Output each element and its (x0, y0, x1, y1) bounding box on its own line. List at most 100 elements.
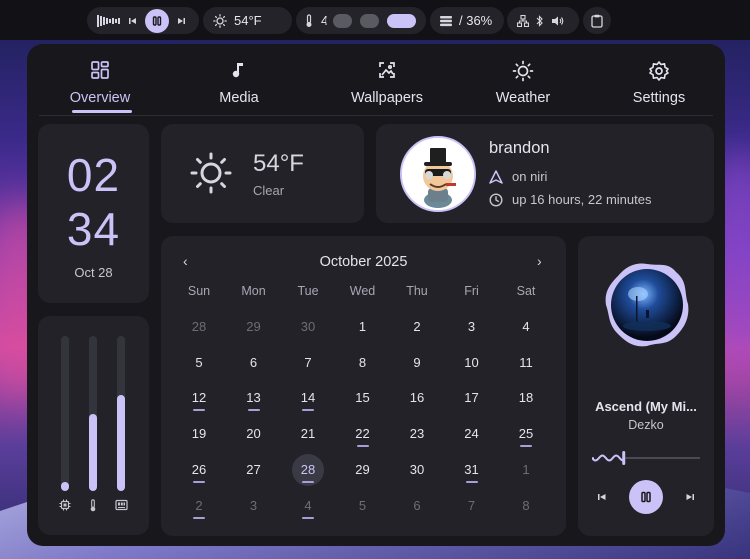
next-icon[interactable] (176, 16, 186, 26)
calendar-day[interactable]: 29 (227, 319, 281, 334)
calendar-day[interactable]: 3 (227, 498, 281, 513)
calendar-day[interactable]: 28 (172, 319, 226, 334)
calendar-day-number: 25 (518, 426, 534, 442)
topbar-memory[interactable]: / 36% (430, 7, 504, 34)
calendar-day[interactable]: 15 (336, 390, 390, 405)
calendar-day[interactable]: 16 (390, 390, 444, 405)
clipboard-button[interactable] (583, 7, 611, 34)
event-indicator (465, 480, 478, 483)
calendar-day[interactable]: 2 (172, 498, 226, 519)
calendar-next-button[interactable]: › (537, 253, 542, 269)
calendar-day[interactable]: 12 (172, 390, 226, 412)
media-controls (578, 480, 714, 514)
calendar-day[interactable]: 5 (172, 355, 226, 370)
calendar-day-number: 20 (246, 426, 261, 442)
event-indicator (520, 445, 532, 448)
calendar-day[interactable]: 6 (227, 355, 281, 370)
calendar-day-number: 16 (409, 390, 425, 406)
previous-icon[interactable] (128, 16, 138, 26)
calendar-day[interactable]: 18 (499, 390, 553, 405)
calendar-day[interactable]: 10 (445, 355, 499, 370)
calendar-day[interactable]: 22 (336, 426, 390, 448)
calendar-day[interactable]: 20 (227, 426, 281, 441)
avatar (400, 136, 476, 212)
calendar-day[interactable]: 6 (390, 498, 444, 513)
calendar-day[interactable]: 2 (390, 319, 444, 334)
weather-card[interactable]: 54°F Clear (161, 124, 364, 223)
calendar-day-number: 18 (518, 390, 534, 406)
profile-card: brandon on niri up 16 hours, 22 minutes (376, 124, 714, 223)
clock-card: 02 34 Oct 28 (38, 124, 149, 303)
calendar-day[interactable]: 13 (227, 390, 281, 412)
calendar-day[interactable]: 21 (281, 426, 335, 441)
play-pause-button[interactable] (145, 8, 169, 33)
weather-condition: Clear (253, 183, 285, 198)
calendar-day[interactable]: 26 (172, 462, 226, 483)
profile-uptime: up 16 hours, 22 minutes (512, 192, 652, 207)
calendar-day[interactable]: 25 (499, 426, 553, 448)
tab-bar: Overview Media Wallpapers Weather Settin… (39, 60, 713, 116)
playback-progress[interactable] (592, 451, 701, 465)
calendar-day-number: 4 (304, 497, 312, 513)
calendar-day[interactable]: 9 (390, 355, 444, 370)
calendar-day[interactable]: 8 (499, 498, 553, 513)
calendar-day-number: 1 (522, 461, 530, 477)
calendar-day[interactable]: 3 (445, 319, 499, 334)
clock-hours: 02 (66, 149, 121, 201)
calendar-day[interactable]: 1 (336, 319, 390, 334)
cpu-slider (61, 336, 69, 491)
play-pause-button[interactable] (629, 480, 663, 514)
visualizer-icon (97, 14, 120, 27)
calendar-day[interactable]: 14 (281, 390, 335, 412)
calendar-day-number: 7 (467, 497, 476, 513)
calendar-day[interactable]: 7 (445, 498, 499, 513)
topbar-status-icons[interactable] (507, 7, 579, 34)
calendar-day[interactable]: 30 (390, 462, 444, 477)
tab-weather[interactable]: Weather (463, 60, 583, 106)
album-art (604, 262, 690, 348)
calendar-day[interactable]: 23 (390, 426, 444, 441)
calendar-day[interactable]: 4 (281, 497, 335, 519)
calendar-day[interactable]: 17 (445, 390, 499, 405)
calendar-day-number: 10 (464, 354, 479, 370)
tab-wallpapers[interactable]: Wallpapers (327, 60, 447, 106)
workspace-2[interactable] (360, 13, 380, 28)
image-icon (379, 62, 395, 78)
calendar-day-number: 28 (191, 319, 207, 334)
tab-overview[interactable]: Overview (40, 60, 160, 106)
previous-icon[interactable] (597, 492, 607, 502)
calendar-day[interactable]: 4 (499, 319, 553, 334)
workspace-1[interactable] (333, 13, 353, 28)
event-indicator (193, 409, 205, 412)
tab-media[interactable]: Media (179, 60, 299, 106)
calendar-day-number: 8 (358, 354, 367, 370)
calendar-day[interactable]: 19 (172, 426, 226, 441)
calendar-day[interactable]: 8 (336, 355, 390, 370)
calendar-day[interactable]: 27 (227, 462, 281, 477)
tab-settings[interactable]: Settings (599, 60, 719, 106)
calendar-day-number: 15 (355, 390, 370, 406)
dashboard-panel: Overview Media Wallpapers Weather Settin… (27, 44, 725, 546)
memory-icon (114, 499, 128, 513)
calendar-day[interactable]: 11 (499, 355, 553, 370)
calendar-day[interactable]: 29 (336, 462, 390, 477)
sun-icon (512, 60, 534, 82)
calendar-day[interactable]: 5 (336, 498, 390, 513)
clock-icon (489, 192, 503, 207)
calendar-day-number: 3 (467, 319, 476, 334)
avatar-image (402, 138, 474, 210)
thermometer-icon (86, 499, 100, 513)
calendar-day[interactable]: 31 (445, 462, 499, 483)
calendar-day[interactable]: 7 (281, 355, 335, 370)
calendar-day-number: 2 (413, 319, 421, 334)
next-icon[interactable] (685, 492, 695, 502)
workspace-3-active[interactable] (387, 13, 416, 28)
clock-date: Oct 28 (74, 265, 113, 280)
calendar-day[interactable]: 24 (445, 426, 499, 441)
topbar-weather[interactable]: 54°F (203, 7, 292, 34)
calendar-day[interactable]: 30 (281, 319, 335, 334)
pause-icon (152, 15, 162, 26)
calendar-day[interactable]: 1 (499, 462, 553, 477)
track-artist: Dezko (628, 418, 664, 432)
calendar-day-today[interactable]: 28 (281, 453, 335, 486)
